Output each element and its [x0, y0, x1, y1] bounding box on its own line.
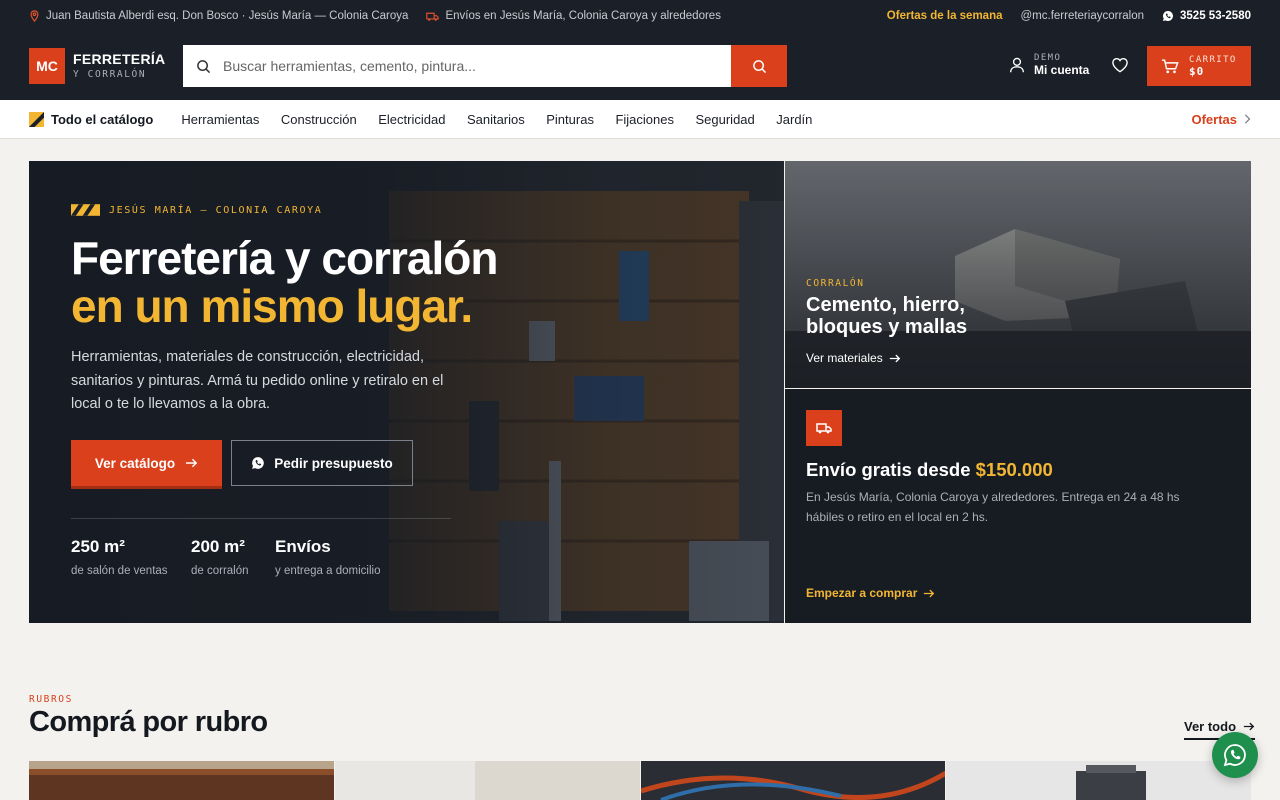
address-text: Juan Bautista Alberdi esq. Don Bosco · J…	[46, 10, 409, 22]
arrow-right-icon	[1243, 722, 1255, 731]
heart-icon	[1112, 57, 1128, 73]
nav-link-jardin[interactable]: Jardín	[776, 112, 812, 127]
nav-link-sanitarios[interactable]: Sanitarios	[467, 112, 525, 127]
truck-icon	[426, 12, 440, 21]
stat-value: Envíos	[275, 537, 331, 556]
arrow-right-icon	[889, 354, 900, 362]
category-tile-image	[946, 761, 1251, 800]
cart-total: $0	[1189, 64, 1205, 78]
nav-link-fijaciones[interactable]: Fijaciones	[615, 112, 674, 127]
cart-label: CARRITO	[1189, 54, 1237, 65]
hero-title-line2: en un mismo lugar.	[71, 280, 473, 332]
whatsapp-phone-link[interactable]: 3525 53-2580	[1162, 10, 1251, 22]
shipping-icon-badge	[806, 410, 842, 446]
nav-link-seguridad[interactable]: Seguridad	[695, 112, 754, 127]
category-tile[interactable]	[334, 761, 640, 800]
all-catalog-label: Todo el catálogo	[51, 111, 154, 127]
arrow-right-icon	[924, 589, 935, 597]
account-link[interactable]: DEMO Mi cuenta	[1008, 53, 1089, 77]
categories-kicker: RUBROS	[29, 694, 73, 705]
hero-title-line1: Ferretería y corralón	[71, 232, 498, 284]
logo-badge[interactable]: MC	[29, 48, 65, 84]
nav-link-herramientas[interactable]: Herramientas	[181, 112, 259, 127]
stat-label: de corralón	[191, 565, 249, 577]
search-button[interactable]	[731, 45, 787, 87]
view-materials-label: Ver materiales	[806, 351, 883, 365]
view-materials-link[interactable]: Ver materiales	[806, 351, 901, 365]
request-quote-label: Pedir presupuesto	[274, 455, 393, 471]
search-bar	[183, 45, 787, 87]
stat-value: 200 m²	[191, 537, 245, 556]
categories-title: Comprá por rubro	[29, 706, 268, 738]
category-tile-image	[29, 761, 334, 800]
shipping-text: Envíos en Jesús María, Colonia Caroya y …	[445, 10, 721, 22]
hero-eyebrow-text: JESÚS MARÍA — COLONIA CAROYA	[109, 204, 323, 216]
category-tiles	[29, 761, 1251, 800]
search-icon	[196, 59, 210, 73]
stat-delivery: Envíos y entrega a domicilio	[275, 537, 380, 577]
stat-label: de salón de ventas	[71, 565, 168, 577]
category-tile[interactable]	[946, 761, 1251, 800]
corralon-kicker: CORRALÓN	[806, 278, 865, 289]
nav-offers-link[interactable]: Ofertas	[1191, 112, 1251, 127]
category-tile-image	[640, 761, 946, 800]
cart-button[interactable]: CARRITO $0	[1147, 46, 1251, 86]
free-shipping-title: Envío gratis desde $150.000	[806, 459, 1053, 481]
instagram-link[interactable]: @mc.ferreteriaycorralon	[1021, 10, 1145, 22]
account-label: DEMO	[1034, 53, 1062, 63]
shipping-info: Envíos en Jesús María, Colonia Caroya y …	[426, 10, 721, 22]
free-shipping-amount: $150.000	[975, 459, 1053, 480]
corralon-card[interactable]: CORRALÓN Cemento, hierro, bloques y mall…	[785, 161, 1251, 388]
free-shipping-card: Envío gratis desde $150.000 En Jesús Mar…	[785, 389, 1251, 623]
free-shipping-description: En Jesús María, Colonia Caroya y alreded…	[806, 490, 1180, 524]
address-info: Juan Bautista Alberdi esq. Don Bosco · J…	[29, 10, 408, 22]
category-tile[interactable]	[29, 761, 334, 800]
corralon-title: Cemento, hierro, bloques y mallas	[806, 294, 968, 338]
search-icon	[752, 59, 766, 73]
top-bar: Juan Bautista Alberdi esq. Don Bosco · J…	[0, 0, 1280, 32]
request-quote-button[interactable]: Pedir presupuesto	[231, 440, 413, 486]
shopping-cart-icon	[1161, 58, 1179, 73]
favorites-button[interactable]	[1111, 57, 1129, 78]
weekly-offers-link[interactable]: Ofertas de la semana	[887, 10, 1003, 22]
category-tile[interactable]	[640, 761, 946, 800]
category-tile-image	[334, 761, 640, 800]
whatsapp-icon	[1223, 744, 1246, 767]
chevron-right-icon	[1244, 114, 1251, 124]
nav-link-electricidad[interactable]: Electricidad	[378, 112, 445, 127]
nav-link-pinturas[interactable]: Pinturas	[546, 112, 594, 127]
view-catalog-button[interactable]: Ver catálogo	[71, 440, 222, 486]
category-nav: Todo el catálogo Herramientas Construcci…	[0, 100, 1280, 139]
start-shopping-label: Empezar a comprar	[806, 586, 918, 600]
stat-label: y entrega a domicilio	[275, 565, 381, 577]
phone-text: 3525 53-2580	[1180, 10, 1251, 22]
stat-value: 250 m²	[71, 537, 125, 556]
user-icon	[1010, 57, 1024, 73]
truck-icon	[816, 423, 832, 434]
location-pin-icon	[30, 10, 39, 22]
whatsapp-icon	[1163, 11, 1173, 21]
account-name: Mi cuenta	[1034, 63, 1090, 77]
hero-description: Herramientas, materiales de construcción…	[71, 349, 444, 412]
logo-subtitle: Y CORRALÓN	[73, 69, 147, 80]
stat-yard: 200 m² de corralón	[191, 537, 249, 577]
whatsapp-icon	[252, 457, 265, 469]
main-header: MC FERRETERÍA Y CORRALÓN DEMO Mi cuenta …	[0, 32, 1280, 100]
nav-link-construccion[interactable]: Construcción	[281, 112, 357, 127]
hazard-stripe-icon	[71, 204, 100, 216]
view-catalog-label: Ver catálogo	[94, 455, 176, 471]
all-catalog-link[interactable]: Todo el catálogo	[29, 111, 154, 127]
start-shopping-link[interactable]: Empezar a comprar	[806, 586, 935, 600]
nav-offers-label: Ofertas	[1191, 111, 1237, 127]
search-input[interactable]	[223, 45, 731, 87]
whatsapp-floating-button[interactable]	[1212, 732, 1258, 778]
arrow-right-icon	[186, 458, 198, 468]
hero-banner: JESÚS MARÍA — COLONIA CAROYA Ferretería …	[29, 161, 784, 623]
free-shipping-prefix: Envío gratis desde	[806, 459, 971, 480]
catalog-stripe-icon	[29, 111, 44, 127]
stat-sales-floor: 250 m² de salón de ventas	[71, 537, 168, 577]
hero-eyebrow: JESÚS MARÍA — COLONIA CAROYA	[71, 204, 322, 216]
logo-name[interactable]: FERRETERÍA	[73, 51, 165, 67]
